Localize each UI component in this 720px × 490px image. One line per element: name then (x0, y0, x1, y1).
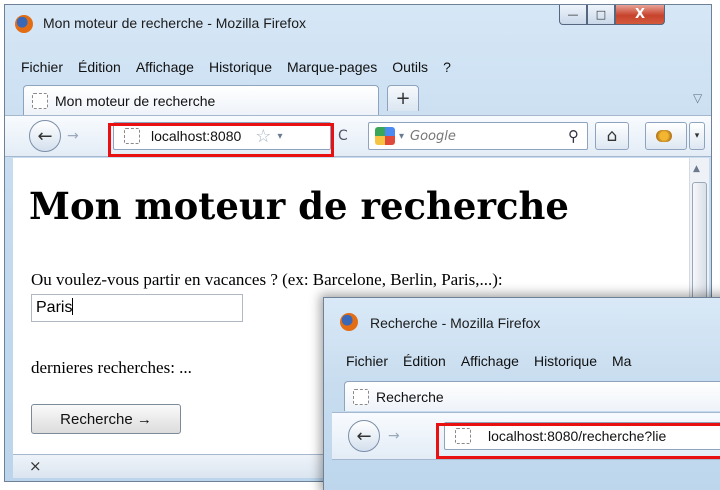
firefox-logo-icon (15, 15, 33, 33)
text-caret (72, 298, 74, 315)
page-icon (32, 92, 48, 109)
search-go-icon[interactable]: ⚲ (568, 127, 579, 145)
recent-searches: dernieres recherches: ... (31, 358, 192, 377)
results-forward-button[interactable]: → (388, 428, 400, 444)
results-url-highlight-box (436, 423, 720, 459)
menu-affichage[interactable]: Affichage (136, 59, 194, 75)
close-button[interactable]: X (615, 5, 665, 25)
window-title: Mon moteur de recherche - Mozilla Firefo… (43, 15, 306, 31)
menu-historique[interactable]: Historique (209, 59, 272, 75)
results-title-bar[interactable]: Recherche - Mozilla Firefox (324, 298, 720, 334)
menu-edition[interactable]: Édition (78, 59, 121, 75)
results-page-icon (353, 388, 369, 405)
search-bar[interactable]: ▾ Google ⚲ (368, 122, 588, 150)
title-bar[interactable]: Mon moteur de recherche - Mozilla Firefo… (5, 5, 711, 41)
search-placeholder: Google (410, 128, 456, 144)
menu-help[interactable]: ? (443, 59, 451, 75)
page-heading: Mon moteur de recherche (29, 184, 569, 228)
results-menu-bar: Fichier Édition Affichage Historique Ma (346, 350, 646, 372)
results-firefox-logo-icon (340, 313, 358, 331)
search-engine-dropdown[interactable]: ▾ (399, 131, 404, 142)
tab-list-icon[interactable]: ▽ (693, 91, 702, 105)
home-button[interactable]: ⌂ (595, 122, 629, 150)
tab-label: Mon moteur de recherche (55, 92, 216, 109)
new-tab-button[interactable]: + (387, 85, 419, 111)
destination-input[interactable]: Paris (31, 294, 243, 322)
findbar-close-icon[interactable]: × (29, 457, 42, 475)
menu-fichier[interactable]: Fichier (21, 59, 63, 75)
menu-outils[interactable]: Outils (392, 59, 428, 75)
menu-marque-pages[interactable]: Marque-pages (287, 59, 377, 75)
tab-recherche[interactable]: Recherche (344, 381, 720, 411)
back-button[interactable]: ← (29, 120, 61, 152)
menu-bar: Fichier Édition Affichage Historique Mar… (21, 56, 466, 78)
destination-input-value: Paris (36, 299, 73, 316)
results-menu-partial[interactable]: Ma (612, 353, 631, 369)
tab-mon-moteur[interactable]: Mon moteur de recherche (23, 85, 379, 115)
home-icon: ⌂ (606, 126, 618, 146)
results-menu-fichier[interactable]: Fichier (346, 353, 388, 369)
search-submit-button[interactable]: Recherche → (31, 404, 181, 434)
results-window-title: Recherche - Mozilla Firefox (370, 315, 541, 331)
url-highlight-box (108, 123, 334, 157)
scroll-up-icon[interactable]: ▲ (693, 164, 700, 174)
back-arrow-icon: ← (37, 125, 53, 147)
results-tab-label: Recherche (376, 388, 444, 405)
reload-button[interactable]: C (338, 128, 348, 144)
addon-icon (656, 130, 672, 142)
results-menu-edition[interactable]: Édition (403, 353, 446, 369)
results-browser-window: Recherche - Mozilla Firefox Fichier Édit… (323, 297, 720, 490)
addon-toolbar-button[interactable] (645, 122, 687, 150)
results-menu-historique[interactable]: Historique (534, 353, 597, 369)
results-back-button[interactable]: ← (348, 420, 380, 452)
forward-button[interactable]: → (67, 128, 79, 144)
minimize-button[interactable]: — (559, 5, 587, 25)
addon-menu-button[interactable]: ▾ (689, 122, 705, 150)
results-back-arrow-icon: ← (356, 425, 372, 447)
google-icon (375, 127, 395, 145)
destination-prompt: Ou voulez-vous partir en vacances ? (ex:… (31, 270, 503, 289)
maximize-button[interactable]: □ (587, 5, 615, 25)
results-menu-affichage[interactable]: Affichage (461, 353, 519, 369)
